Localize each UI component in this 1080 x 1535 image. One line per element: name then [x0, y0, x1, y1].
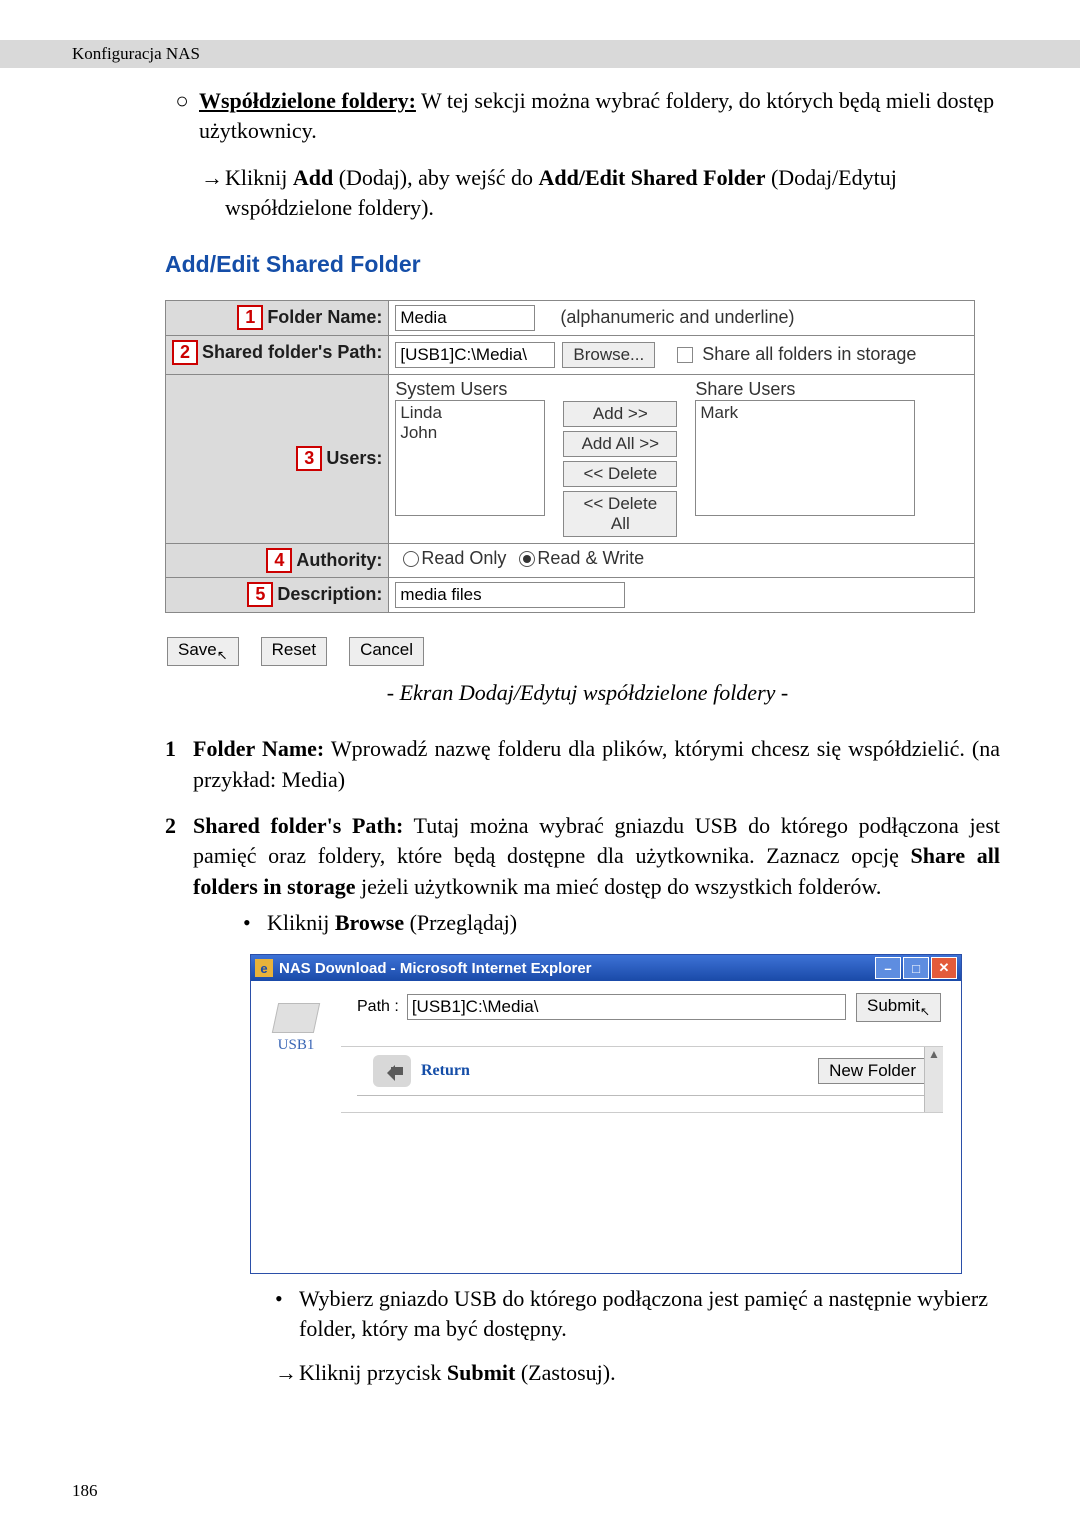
- list-item-2: 2 Shared folder's Path: Tutaj można wybr…: [165, 811, 1000, 938]
- folder-name-input[interactable]: [395, 305, 535, 331]
- nas-download-window: e NAS Download - Microsoft Internet Expl…: [250, 954, 962, 1273]
- reset-button[interactable]: Reset: [261, 637, 327, 666]
- step-4-badge: 4: [266, 548, 292, 573]
- return-link[interactable]: Return: [421, 1062, 470, 1080]
- breadcrumb: Konfiguracja NAS: [0, 40, 1080, 68]
- add-all-button[interactable]: Add All >>: [563, 431, 677, 457]
- new-folder-button[interactable]: New Folder: [818, 1058, 927, 1084]
- close-button[interactable]: ✕: [931, 957, 957, 979]
- usb-icon[interactable]: [272, 1003, 320, 1033]
- share-all-checkbox[interactable]: [677, 347, 693, 363]
- description-input[interactable]: [395, 582, 625, 608]
- read-only-radio[interactable]: [403, 551, 419, 567]
- maximize-button[interactable]: □: [903, 957, 929, 979]
- instruction-click-add: → Kliknij Add (Dodaj), aby wejść do Add/…: [199, 163, 1000, 222]
- path-label: Path :: [357, 998, 399, 1016]
- panel-title: Add/Edit Shared Folder: [165, 251, 1000, 278]
- browse-button[interactable]: Browse...: [562, 342, 655, 368]
- share-all-label: Share all folders in storage: [702, 344, 916, 364]
- usb1-label[interactable]: USB1: [251, 1037, 341, 1054]
- system-users-heading: System Users: [395, 379, 545, 400]
- share-users-list[interactable]: Mark: [695, 400, 915, 516]
- page-number: 186: [72, 1481, 98, 1501]
- ie-icon: e: [255, 959, 273, 977]
- submit-button[interactable]: Submit↖: [856, 993, 941, 1021]
- path-input[interactable]: [407, 994, 846, 1020]
- step-1-badge: 1: [237, 305, 263, 330]
- read-write-radio[interactable]: [519, 551, 535, 567]
- return-icon[interactable]: [373, 1055, 411, 1087]
- step-5-badge: 5: [247, 582, 273, 607]
- folder-name-hint: (alphanumeric and underline): [560, 307, 794, 327]
- minimize-button[interactable]: –: [875, 957, 901, 979]
- step-2-badge: 2: [172, 340, 198, 365]
- save-button[interactable]: Save↖: [167, 637, 239, 666]
- delete-all-button[interactable]: << Delete All: [563, 491, 677, 537]
- add-button[interactable]: Add >>: [563, 401, 677, 427]
- scrollbar[interactable]: ▲: [924, 1047, 943, 1112]
- system-users-list[interactable]: Linda John: [395, 400, 545, 516]
- delete-button[interactable]: << Delete: [563, 461, 677, 487]
- list-item-1: 1 Folder Name: Wprowadź nazwę folderu dl…: [165, 734, 1000, 795]
- after-bullet-2: → Kliknij przycisk Submit (Zastosuj).: [275, 1358, 1000, 1388]
- share-users-heading: Share Users: [695, 379, 915, 400]
- shared-path-input[interactable]: [395, 342, 555, 368]
- step-3-badge: 3: [296, 446, 322, 471]
- after-bullet-1: •Wybierz gniazdo USB do którego podłączo…: [275, 1284, 1000, 1345]
- figure-caption-1: - Ekran Dodaj/Edytuj współdzielone folde…: [165, 680, 1010, 706]
- window-titlebar: e NAS Download - Microsoft Internet Expl…: [251, 955, 961, 981]
- bullet-shared-folders: ○ Współdzielone foldery: W tej sekcji mo…: [165, 86, 1000, 145]
- add-edit-shared-folder-panel: Add/Edit Shared Folder 1Folder Name: (al…: [165, 251, 1000, 668]
- cancel-button[interactable]: Cancel: [349, 637, 424, 666]
